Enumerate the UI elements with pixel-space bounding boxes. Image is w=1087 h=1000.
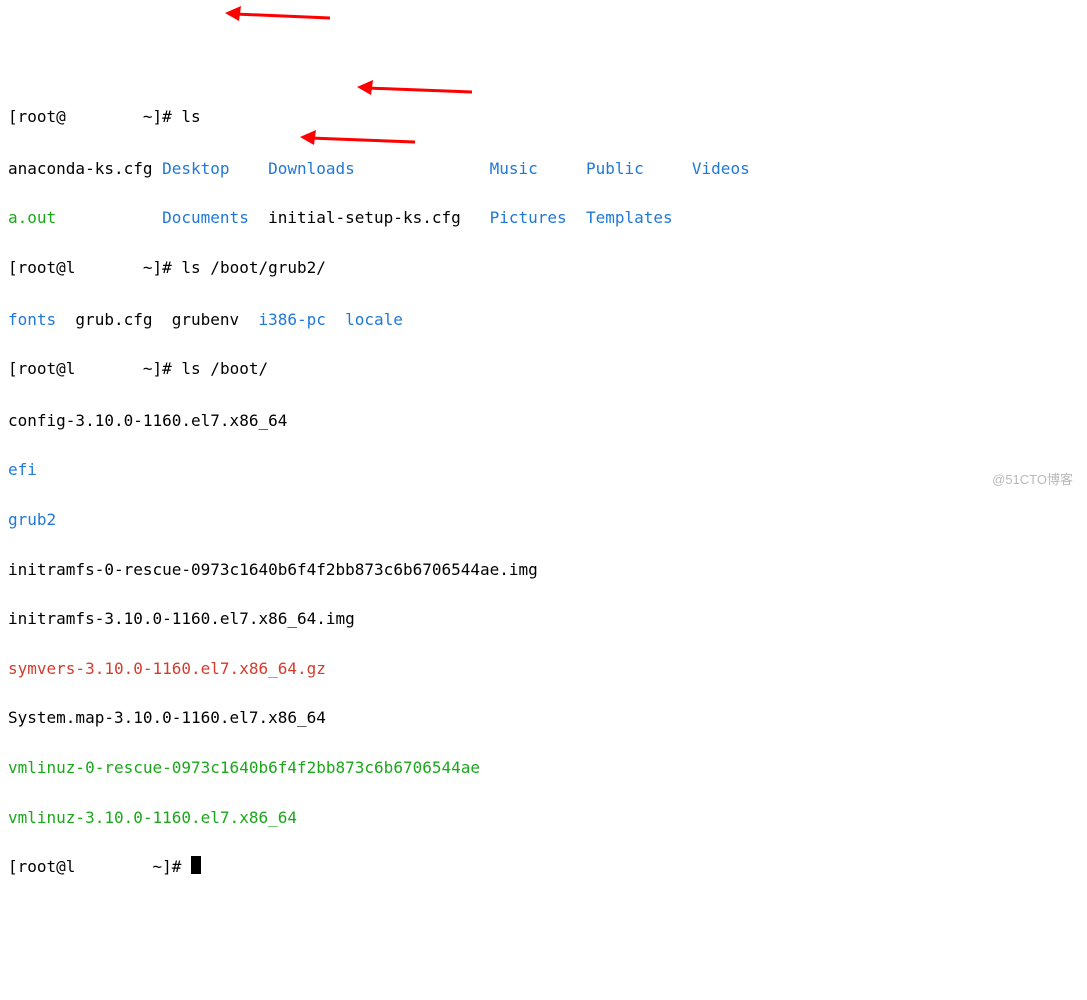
hostname-prefix: l xyxy=(66,857,76,876)
boot-file-vmlinuz-rescue: vmlinuz-0-rescue-0973c1640b6f4f2bb873c6b… xyxy=(8,756,1079,781)
hostname-redacted xyxy=(66,107,143,132)
dir-downloads: Downloads xyxy=(268,157,490,182)
ls-grub2-output: fontsgrub.cfggrubenvi386-pclocale xyxy=(8,308,1079,333)
cursor-icon xyxy=(191,856,201,874)
boot-dir-efi: efi xyxy=(8,458,1079,483)
prompt-line-2: [root@l ~]# ls /boot/grub2/ xyxy=(8,256,1079,283)
ls-output-row-2: a.outDocumentsinitial-setup-ks.cfgPictur… xyxy=(8,206,1079,231)
prompt-close: ~]# xyxy=(143,359,182,378)
dir-i386-pc: i386-pc xyxy=(258,308,345,333)
boot-file-config: config-3.10.0-1160.el7.x86_64 xyxy=(8,409,1079,434)
hostname-redacted xyxy=(75,258,142,283)
hostname-redacted xyxy=(75,857,142,882)
dir-videos: Videos xyxy=(692,159,750,178)
dir-documents: Documents xyxy=(162,206,268,231)
prompt-close: ~]# xyxy=(143,107,182,126)
prompt-open: [root@ xyxy=(8,359,66,378)
boot-dir-grub2: grub2 xyxy=(8,508,1079,533)
prompt-line-1: [root@ ~]# ls xyxy=(8,105,1079,132)
file-initial-setup: initial-setup-ks.cfg xyxy=(268,206,490,231)
prompt-line-4: [root@l ~]# xyxy=(8,855,1079,882)
prompt-open: [root@ xyxy=(8,258,66,277)
file-grubenv: grubenv xyxy=(172,308,259,333)
boot-file-initramfs-rescue: initramfs-0-rescue-0973c1640b6f4f2bb873c… xyxy=(8,558,1079,583)
dir-pictures: Pictures xyxy=(490,206,586,231)
prompt-open: [root@ xyxy=(8,107,66,126)
boot-file-vmlinuz: vmlinuz-3.10.0-1160.el7.x86_64 xyxy=(8,806,1079,831)
prompt-close: ~]# xyxy=(143,857,191,876)
boot-file-symvers: symvers-3.10.0-1160.el7.x86_64.gz xyxy=(8,657,1079,682)
prompt-open: [root@ xyxy=(8,857,66,876)
hostname-redacted xyxy=(75,359,142,384)
dir-public: Public xyxy=(586,157,692,182)
annotation-arrow-icon xyxy=(225,4,335,28)
command-ls-boot: ls /boot/ xyxy=(181,359,268,378)
file-aout: a.out xyxy=(8,206,162,231)
dir-music: Music xyxy=(490,157,586,182)
boot-file-systemmap: System.map-3.10.0-1160.el7.x86_64 xyxy=(8,706,1079,731)
hostname-prefix: l xyxy=(66,359,76,378)
file-anaconda-ks: anaconda-ks.cfg xyxy=(8,157,162,182)
file-grubcfg: grub.cfg xyxy=(75,308,171,333)
prompt-close: ~]# xyxy=(143,258,182,277)
boot-file-initramfs: initramfs-3.10.0-1160.el7.x86_64.img xyxy=(8,607,1079,632)
command-ls-grub2: ls /boot/grub2/ xyxy=(181,258,326,277)
dir-desktop: Desktop xyxy=(162,157,268,182)
command-ls: ls xyxy=(181,107,200,126)
dir-templates: Templates xyxy=(586,206,692,231)
annotation-arrow-icon xyxy=(357,78,477,102)
watermark-text: @51CTO博客 xyxy=(992,470,1073,490)
dir-locale: locale xyxy=(345,310,403,329)
dir-fonts: fonts xyxy=(8,308,75,333)
hostname-prefix: l xyxy=(66,258,76,277)
prompt-line-3: [root@l ~]# ls /boot/ xyxy=(8,357,1079,384)
ls-output-row-1: anaconda-ks.cfgDesktopDownloadsMusicPubl… xyxy=(8,157,1079,182)
annotation-arrow-icon xyxy=(300,128,420,152)
